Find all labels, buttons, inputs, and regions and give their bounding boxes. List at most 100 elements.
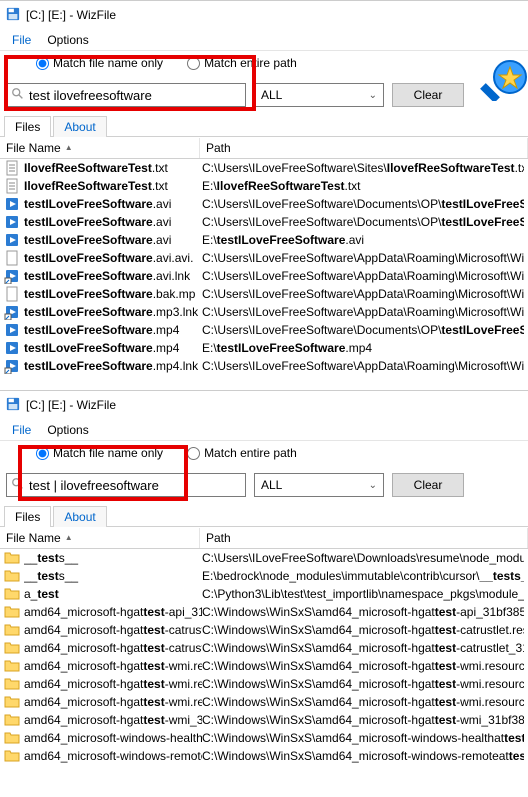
radio-entire-path[interactable]: Match entire path <box>187 446 297 460</box>
table-row[interactable]: amd64_microsoft-hgattest-wmi.resC:\Windo… <box>0 693 528 711</box>
menubar: File Options <box>0 29 528 51</box>
folder-icon <box>4 730 20 746</box>
folder-icon <box>4 622 20 638</box>
file-path: C:\Users\ILoveFreeSoftware\AppData\Roami… <box>202 359 524 373</box>
file-path: C:\Users\ILoveFreeSoftware\Documents\OP\… <box>202 323 524 337</box>
file-name: testILoveFreeSoftware.bak.mp <box>24 287 202 301</box>
file-icon <box>4 286 20 302</box>
app-logo <box>480 53 528 101</box>
file-name: amd64_microsoft-hgattest-wmi.res <box>24 659 202 673</box>
file-path: C:\Users\ILoveFreeSoftware\Documents\OP\… <box>202 197 524 211</box>
table-row[interactable]: testILoveFreeSoftware.avi.avi.C:\Users\I… <box>0 249 528 267</box>
file-icon <box>4 340 20 356</box>
file-name: testILoveFreeSoftware.mp4.lnk <box>24 359 202 373</box>
folder-icon <box>4 748 20 764</box>
table-row[interactable]: amd64_microsoft-hgattest-wmi.resC:\Windo… <box>0 657 528 675</box>
table-row[interactable]: testILoveFreeSoftware.aviC:\Users\ILoveF… <box>0 213 528 231</box>
file-path: E:\bedrock\node_modules\immutable\contri… <box>202 569 524 583</box>
file-name: testILoveFreeSoftware.mp4 <box>24 341 202 355</box>
search-row: ALL ⌄ Clear <box>0 75 528 115</box>
filter-select[interactable]: ALL ⌄ <box>254 473 384 497</box>
table-row[interactable]: testILoveFreeSoftware.mp4E:\testILoveFre… <box>0 339 528 357</box>
file-icon <box>4 214 20 230</box>
table-row[interactable]: __tests__C:\Users\ILoveFreeSoftware\Down… <box>0 549 528 567</box>
match-mode-row: Match file name only Match entire path <box>0 441 528 465</box>
table-row[interactable]: testILoveFreeSoftware.mp4.lnkC:\Users\IL… <box>0 357 528 375</box>
table-row[interactable]: testILoveFreeSoftware.aviE:\testILoveFre… <box>0 231 528 249</box>
sort-asc-icon: ▲ <box>65 143 73 152</box>
search-icon <box>11 477 25 494</box>
file-path: C:\Windows\WinSxS\amd64_microsoft-hgatte… <box>202 695 524 709</box>
radio-name-only[interactable]: Match file name only <box>36 446 163 460</box>
radio-name-only-input[interactable] <box>36 57 49 70</box>
titlebar: [C:] [E:] - WizFile <box>0 391 528 419</box>
table-row[interactable]: amd64_microsoft-hgattest-api_31bC:\Windo… <box>0 603 528 621</box>
window-bottom: [C:] [E:] - WizFile File Options Match f… <box>0 390 528 797</box>
file-name: testILoveFreeSoftware.mp3.lnk <box>24 305 202 319</box>
table-row[interactable]: testILoveFreeSoftware.aviC:\Users\ILoveF… <box>0 195 528 213</box>
folder-icon <box>4 550 20 566</box>
table-row[interactable]: testILoveFreeSoftware.bak.mpC:\Users\ILo… <box>0 285 528 303</box>
file-path: C:\Users\ILoveFreeSoftware\AppData\Roami… <box>202 305 524 319</box>
match-mode-row: Match file name only Match entire path <box>0 51 528 75</box>
file-name: amd64_microsoft-hgattest-wmi.res <box>24 677 202 691</box>
file-name: a_test <box>24 587 202 601</box>
file-name: amd64_microsoft-hgattest-wmi_31 <box>24 713 202 727</box>
menu-file[interactable]: File <box>4 31 39 49</box>
app-icon <box>6 7 20 24</box>
col-filename[interactable]: File Name▲ <box>0 138 200 158</box>
search-icon <box>11 87 25 104</box>
table-row[interactable]: amd64_microsoft-windows-healthatC:\Windo… <box>0 729 528 747</box>
menu-options[interactable]: Options <box>39 421 96 439</box>
radio-entire-path-input[interactable] <box>187 57 200 70</box>
table-row[interactable]: amd64_microsoft-windows-remoteaC:\Window… <box>0 747 528 765</box>
file-name: amd64_microsoft-hgattest-catrustl <box>24 641 202 655</box>
file-path: C:\Users\ILoveFreeSoftware\AppData\Roami… <box>202 269 524 283</box>
table-row[interactable]: testILoveFreeSoftware.mp4C:\Users\ILoveF… <box>0 321 528 339</box>
col-path[interactable]: Path <box>200 138 528 158</box>
menu-file[interactable]: File <box>4 421 39 439</box>
search-wrap <box>6 473 246 497</box>
clear-button[interactable]: Clear <box>392 83 464 107</box>
table-row[interactable]: testILoveFreeSoftware.mp3.lnkC:\Users\IL… <box>0 303 528 321</box>
file-path: C:\Users\ILoveFreeSoftware\Documents\OP\… <box>202 215 524 229</box>
table-row[interactable]: IlovefReeSoftwareTest.txtC:\Users\ILoveF… <box>0 159 528 177</box>
file-name: IlovefReeSoftwareTest.txt <box>24 161 202 175</box>
tab-about[interactable]: About <box>53 506 106 527</box>
results-list: __tests__C:\Users\ILoveFreeSoftware\Down… <box>0 549 528 765</box>
tab-files[interactable]: Files <box>4 116 51 137</box>
radio-name-only-input[interactable] <box>36 447 49 460</box>
table-row[interactable]: testILoveFreeSoftware.avi.lnkC:\Users\IL… <box>0 267 528 285</box>
radio-entire-path-input[interactable] <box>187 447 200 460</box>
tab-files[interactable]: Files <box>4 506 51 527</box>
table-row[interactable]: a_testC:\Python3\Lib\test\test_importlib… <box>0 585 528 603</box>
table-row[interactable]: amd64_microsoft-hgattest-wmi_31C:\Window… <box>0 711 528 729</box>
search-input[interactable] <box>29 88 241 103</box>
file-name: __tests__ <box>24 569 202 583</box>
folder-icon <box>4 640 20 656</box>
file-path: C:\Users\ILoveFreeSoftware\Downloads\res… <box>202 551 524 565</box>
menu-options[interactable]: Options <box>39 31 96 49</box>
tab-about[interactable]: About <box>53 116 106 137</box>
file-name: __tests__ <box>24 551 202 565</box>
radio-name-only[interactable]: Match file name only <box>36 56 163 70</box>
file-icon <box>4 304 20 320</box>
table-row[interactable]: IlovefReeSoftwareTest.txtE:\IlovefReeSof… <box>0 177 528 195</box>
search-input[interactable] <box>29 478 241 493</box>
col-filename[interactable]: File Name▲ <box>0 528 200 548</box>
clear-button[interactable]: Clear <box>392 473 464 497</box>
folder-icon <box>4 676 20 692</box>
table-row[interactable]: amd64_microsoft-hgattest-catrustlC:\Wind… <box>0 621 528 639</box>
file-path: E:\IlovefReeSoftwareTest.txt <box>202 179 524 193</box>
radio-entire-path[interactable]: Match entire path <box>187 56 297 70</box>
file-name: IlovefReeSoftwareTest.txt <box>24 179 202 193</box>
table-row[interactable]: amd64_microsoft-hgattest-wmi.resC:\Windo… <box>0 675 528 693</box>
table-row[interactable]: amd64_microsoft-hgattest-catrustlC:\Wind… <box>0 639 528 657</box>
col-path[interactable]: Path <box>200 528 528 548</box>
file-path: C:\Windows\WinSxS\amd64_microsoft-window… <box>202 749 524 763</box>
folder-icon <box>4 712 20 728</box>
folder-icon <box>4 568 20 584</box>
folder-icon <box>4 658 20 674</box>
filter-select[interactable]: ALL ⌄ <box>254 83 384 107</box>
table-row[interactable]: __tests__E:\bedrock\node_modules\immutab… <box>0 567 528 585</box>
